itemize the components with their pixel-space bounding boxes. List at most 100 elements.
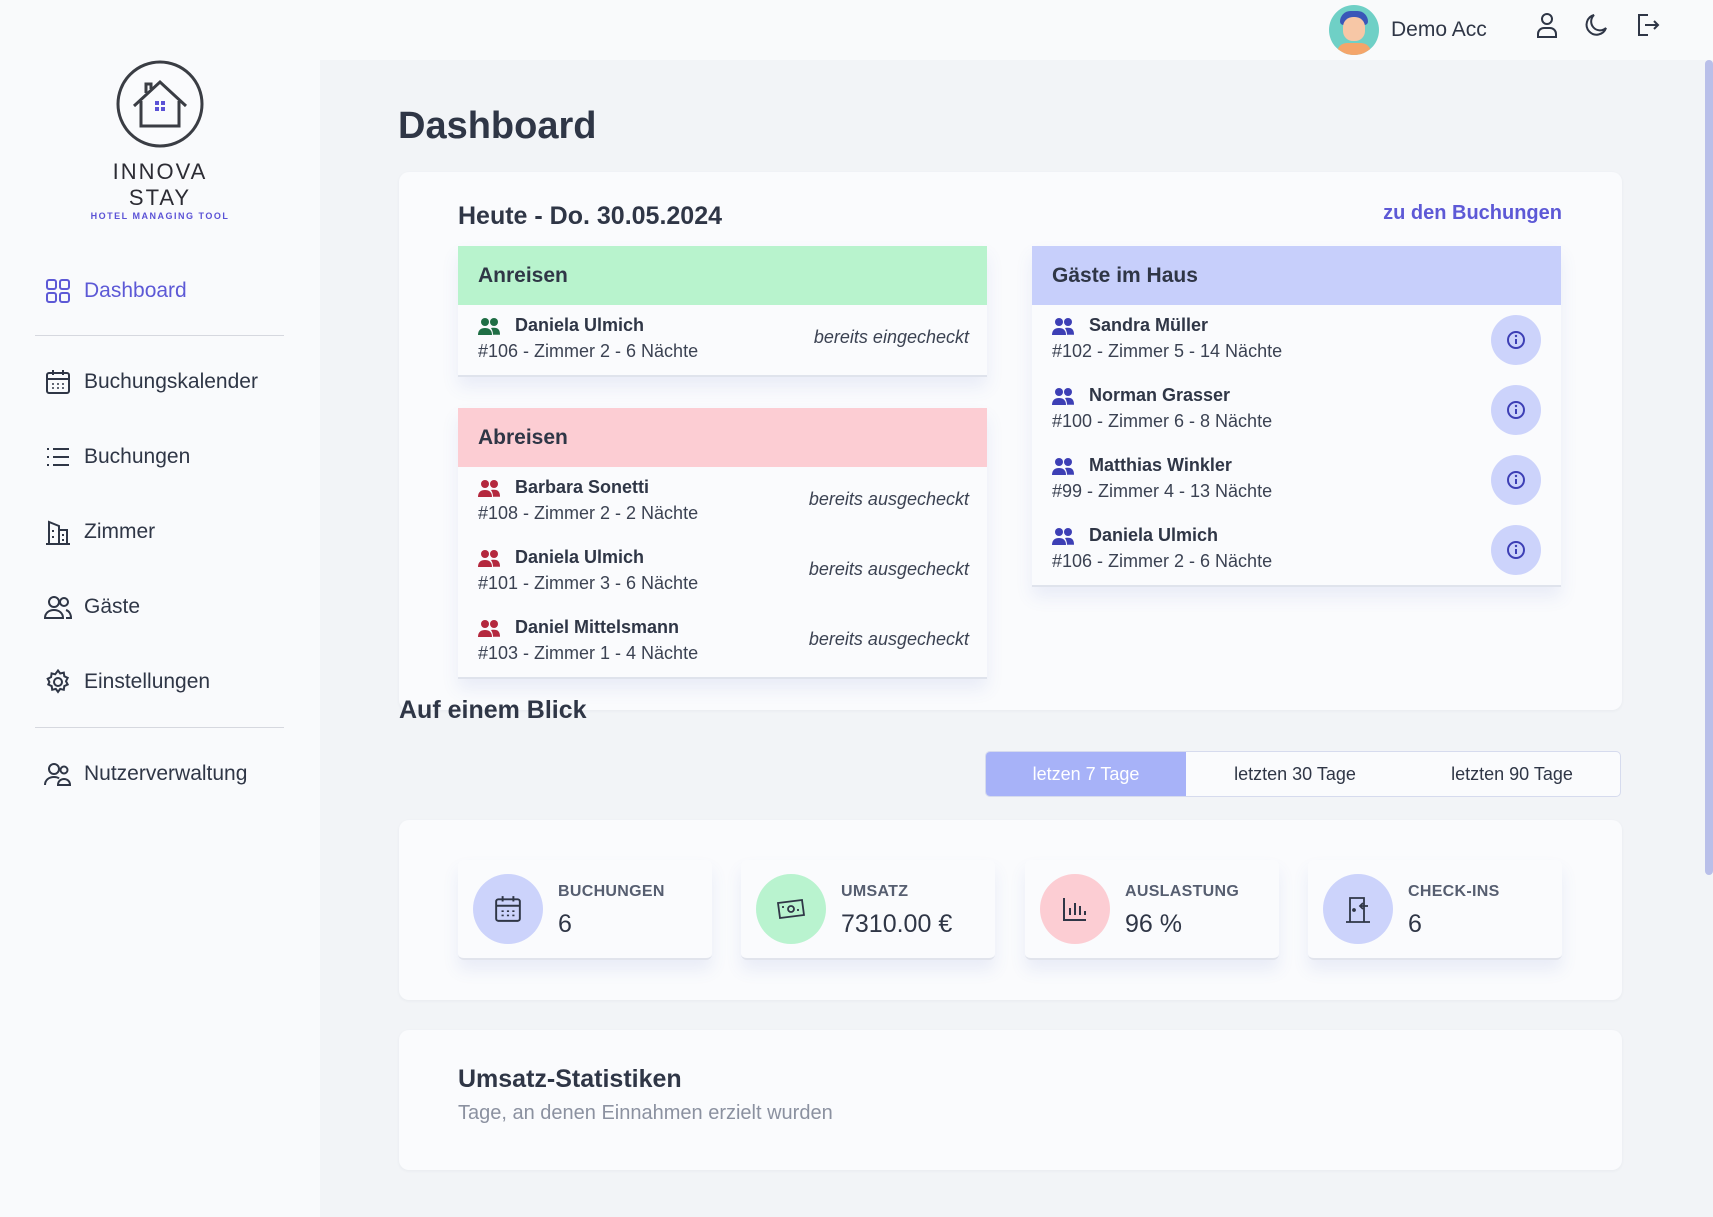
status-text: bereits ausgecheckt (808, 489, 969, 509)
main-content: Dashboard Heute - Do. 30.05.2024 zu den … (320, 60, 1713, 1217)
kpi-label: UMSATZ (841, 883, 909, 900)
guest-name: Norman Grasser (1089, 385, 1231, 405)
info-button[interactable] (1491, 525, 1541, 575)
kpi-card: BUCHUNGEN 6 UMSATZ 7310.00 € AUSLASTUNG … (399, 820, 1622, 1000)
guests-icon (478, 549, 500, 567)
bar-chart-icon (1040, 874, 1110, 944)
sidebar-item-label: Gäste (84, 595, 141, 618)
list-item[interactable]: Daniela Ulmich #101 - Zimmer 3 - 6 Nächt… (458, 537, 987, 607)
sidebar-item-buchungen[interactable]: Buchungen (44, 439, 190, 475)
info-button[interactable] (1491, 315, 1541, 365)
list-item[interactable]: Daniel Mittelsmann #103 - Zimmer 1 - 4 N… (458, 607, 987, 677)
booking-detail: #106 - Zimmer 2 - 6 Nächte (478, 341, 699, 361)
divider (35, 335, 284, 336)
users-icon (44, 593, 72, 621)
sidebar-item-label: Dashboard (84, 279, 187, 302)
door-enter-icon (1323, 874, 1393, 944)
today-title: Heute - Do. 30.05.2024 (458, 202, 723, 230)
moon-icon[interactable] (1582, 10, 1612, 40)
status-text: bereits eingecheckt (813, 327, 969, 347)
range-7-days[interactable]: letzen 7 Tage (986, 752, 1186, 796)
booking-detail: #99 - Zimmer 4 - 13 Nächte (1052, 481, 1273, 501)
kpi-value: 7310.00 € (841, 910, 953, 938)
app-name: INNOVA STAY (112, 159, 208, 210)
guests-icon (1052, 457, 1074, 475)
departures-panel: Abreisen Barbara Sonetti #108 - Zimmer 2… (458, 408, 987, 679)
kpi-occupancy: AUSLASTUNG 96 % (1025, 860, 1279, 960)
guest-name: Sandra Müller (1089, 315, 1209, 335)
sidebar-item-einstellungen[interactable]: Einstellungen (44, 664, 210, 700)
money-icon (756, 874, 826, 944)
divider (35, 727, 284, 728)
info-icon (1507, 331, 1525, 349)
sidebar-item-label: Buchungskalender (84, 370, 258, 393)
guests-icon (478, 317, 500, 335)
building-icon (44, 518, 72, 546)
sidebar-item-label: Zimmer (84, 520, 156, 543)
guest-name: Barbara Sonetti (515, 477, 650, 497)
logout-icon[interactable] (1632, 10, 1662, 40)
kpi-checkins: CHECK-INS 6 (1308, 860, 1562, 960)
sidebar-item-zimmer[interactable]: Zimmer (44, 514, 155, 550)
today-card: Heute - Do. 30.05.2024 zu den Buchungen … (399, 172, 1622, 710)
avatar (1329, 5, 1379, 55)
info-icon (1507, 401, 1525, 419)
sidebar-item-label: Buchungen (84, 445, 191, 468)
guests-icon (1052, 387, 1074, 405)
arrivals-panel: Anreisen Daniela Ulmich #106 - Zimmer 2 … (458, 246, 987, 377)
kpi-label: BUCHUNGEN (558, 883, 665, 900)
booking-detail: #101 - Zimmer 3 - 6 Nächte (478, 573, 699, 593)
range-selector: letzen 7 Tage letzten 30 Tage letzten 90… (985, 751, 1621, 797)
info-button[interactable] (1491, 385, 1541, 435)
list-item[interactable]: Daniela Ulmich #106 - Zimmer 2 - 6 Nächt… (1032, 515, 1561, 585)
range-90-days[interactable]: letzten 90 Tage (1404, 752, 1620, 796)
info-icon (1507, 541, 1525, 559)
kpi-label: AUSLASTUNG (1125, 883, 1240, 900)
sidebar-item-gaeste[interactable]: Gäste (44, 589, 140, 625)
kpi-value: 96 % (1125, 910, 1182, 938)
guests-icon (1052, 527, 1074, 545)
guests-icon (478, 619, 500, 637)
list-icon (44, 443, 72, 471)
info-button[interactable] (1491, 455, 1541, 505)
booking-detail: #108 - Zimmer 2 - 2 Nächte (478, 503, 699, 523)
range-30-days[interactable]: letzten 30 Tage (1186, 752, 1404, 796)
info-icon (1507, 471, 1525, 489)
calendar-icon (473, 874, 543, 944)
booking-detail: #100 - Zimmer 6 - 8 Nächte (1052, 411, 1273, 431)
sidebar-item-nutzerverwaltung[interactable]: Nutzerverwaltung (44, 756, 247, 792)
guests-icon (1052, 317, 1074, 335)
user-name: Demo Acc (1391, 18, 1487, 41)
booking-detail: #106 - Zimmer 2 - 6 Nächte (1052, 551, 1273, 571)
stats-subtitle: Tage, an denen Einnahmen erzielt wurden (458, 1102, 833, 1124)
sidebar-item-dashboard[interactable]: Dashboard (44, 273, 187, 309)
top-bar: Demo Acc (0, 0, 1713, 60)
panel-header: Anreisen (458, 246, 987, 305)
list-item[interactable]: Sandra Müller #102 - Zimmer 5 - 14 Nächt… (1032, 305, 1561, 375)
dashboard-grid-icon (44, 277, 72, 305)
kpi-revenue: UMSATZ 7310.00 € (741, 860, 995, 960)
status-text: bereits ausgecheckt (808, 559, 969, 579)
scrollbar[interactable] (1705, 60, 1713, 875)
list-item[interactable]: Barbara Sonetti #108 - Zimmer 2 - 2 Näch… (458, 467, 987, 537)
kpi-value: 6 (1408, 910, 1422, 938)
user-icon[interactable] (1532, 10, 1562, 40)
house-logo-icon (116, 60, 204, 148)
list-item[interactable]: Norman Grasser #100 - Zimmer 6 - 8 Nächt… (1032, 375, 1561, 445)
sidebar-item-buchungskalender[interactable]: Buchungskalender (44, 364, 258, 400)
booking-detail: #102 - Zimmer 5 - 14 Nächte (1052, 341, 1283, 361)
list-item[interactable]: Daniela Ulmich #106 - Zimmer 2 - 6 Nächt… (458, 305, 987, 375)
bookings-link[interactable]: zu den Buchungen (1383, 202, 1562, 225)
status-text: bereits ausgecheckt (808, 629, 969, 649)
user-menu[interactable]: Demo Acc (1329, 5, 1487, 55)
sidebar-item-label: Einstellungen (84, 670, 211, 693)
app-tagline: HOTEL MANAGING TOOL (90, 211, 230, 221)
logo[interactable]: INNOVA STAY HOTEL MANAGING TOOL (80, 60, 240, 221)
kpi-value: 6 (558, 910, 572, 938)
stats-title: Umsatz-Statistiken (458, 1065, 682, 1093)
section-title: Auf einem Blick (399, 696, 587, 724)
guests-in-house-panel: Gäste im Haus Sandra Müller #102 - Zimme… (1032, 246, 1561, 587)
list-item[interactable]: Matthias Winkler #99 - Zimmer 4 - 13 Näc… (1032, 445, 1561, 515)
user-management-icon (44, 760, 72, 788)
guest-name: Daniel Mittelsmann (515, 617, 680, 637)
